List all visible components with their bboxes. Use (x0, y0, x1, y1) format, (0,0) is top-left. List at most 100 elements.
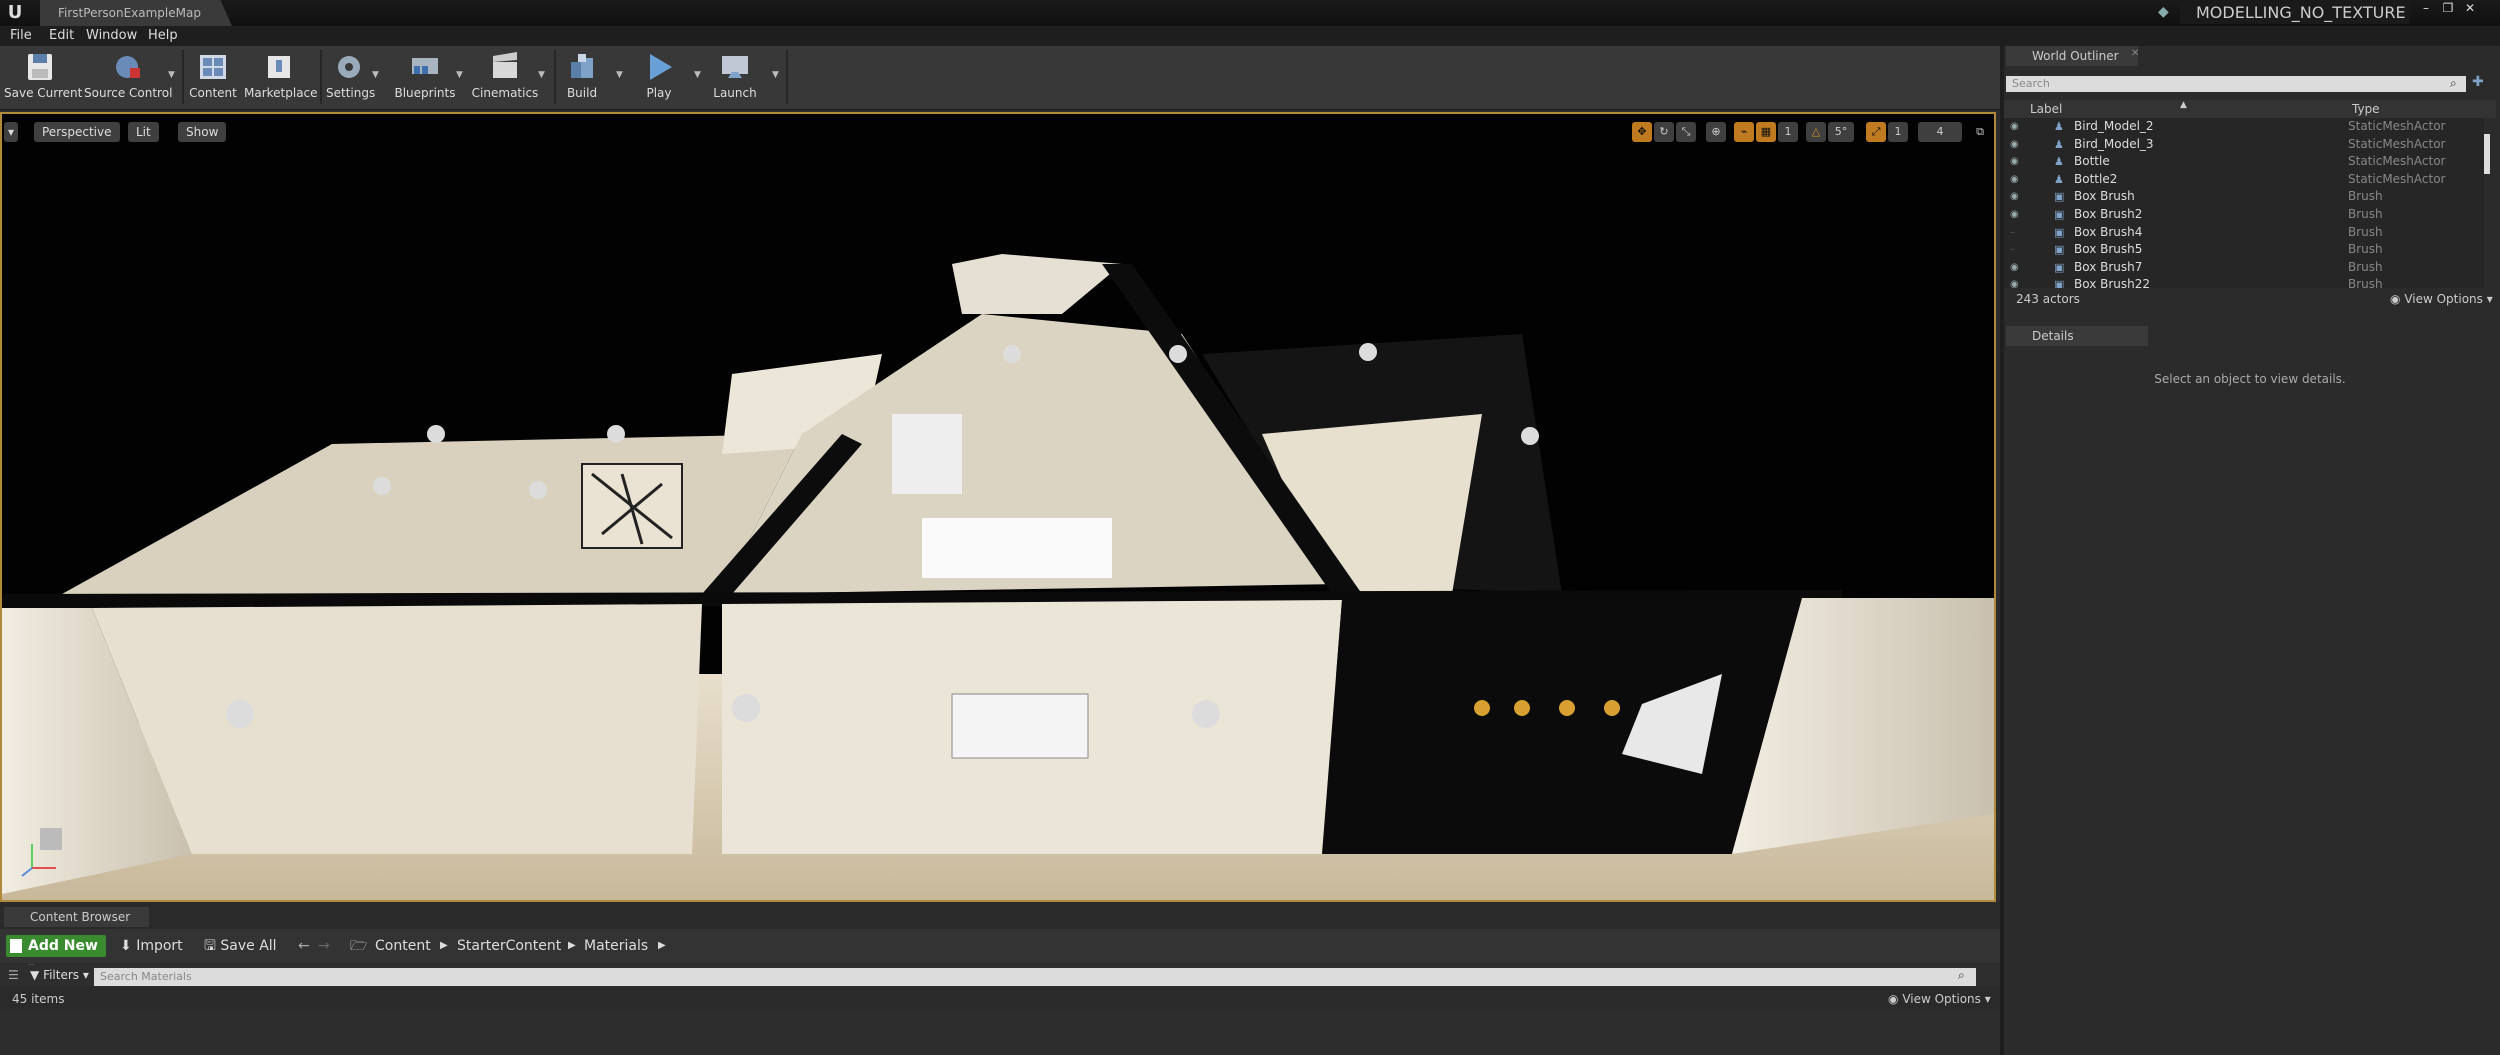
list-item[interactable]: ◉ ▣ Box Brush22 Brush (2004, 276, 2484, 288)
tab-close-icon[interactable]: ✕ (2131, 48, 2139, 59)
search-icon[interactable]: ⌕ (1958, 968, 1965, 983)
level-viewport[interactable] (0, 112, 1996, 902)
viewport-options-dropdown[interactable]: ▾ (4, 122, 19, 142)
unreal-logo-icon[interactable]: U (4, 2, 26, 24)
column-type[interactable]: Type (2352, 102, 2380, 116)
rotation-snap-icon[interactable]: △ (1806, 122, 1826, 142)
list-item[interactable]: – ▣ Box Brush4 Brush (2004, 224, 2484, 242)
outliner-view-options-button[interactable]: ◉ View Options ▾ (2390, 292, 2493, 306)
settings-button[interactable]: Settings (326, 48, 375, 106)
save-current-button[interactable]: Save Current (4, 48, 82, 106)
cinematics-dropdown-icon[interactable]: ▼ (538, 70, 548, 80)
breadcrumb-separator-icon[interactable]: ▶ (658, 935, 666, 957)
content-button[interactable]: Content (188, 48, 238, 106)
list-item[interactable]: – ▣ Box Brush5 Brush (2004, 241, 2484, 259)
play-dropdown-icon[interactable]: ▼ (694, 70, 704, 80)
visibility-eye-icon[interactable]: ◉ (2010, 188, 2026, 206)
world-local-icon[interactable]: ⊕ (1706, 122, 1726, 142)
menu-help[interactable]: Help (148, 26, 178, 46)
settings-dropdown-icon[interactable]: ▼ (372, 70, 382, 80)
list-item[interactable]: ◉ ♟ Bottle2 StaticMeshActor (2004, 171, 2484, 189)
breadcrumb-content[interactable]: Content (375, 935, 431, 957)
rotate-icon[interactable]: ↻ (1654, 122, 1674, 142)
visibility-eye-icon[interactable]: ◉ (2010, 153, 2026, 171)
save-all-button[interactable]: 🖫︎ Save All (204, 935, 277, 957)
breadcrumb-separator-icon[interactable]: ▶ (440, 935, 448, 957)
menu-window[interactable]: Window (86, 26, 137, 46)
details-tab[interactable]: Details (2006, 326, 2148, 346)
sources-toggle-icon[interactable]: ☰ (8, 968, 19, 982)
visibility-eye-icon[interactable]: ◉ (2010, 118, 2026, 136)
list-item[interactable]: ◉ ▣ Box Brush Brush (2004, 188, 2484, 206)
visibility-eye-icon[interactable]: ◉ (2010, 276, 2026, 288)
sort-icon[interactable]: ▲ (2180, 100, 2187, 110)
import-button[interactable]: ⬇ Import (120, 935, 183, 957)
visibility-eye-icon[interactable]: ◉ (2010, 171, 2026, 189)
play-button[interactable]: Play (634, 48, 684, 106)
menu-file[interactable]: File (10, 26, 32, 46)
build-dropdown-icon[interactable]: ▼ (616, 70, 626, 80)
filters-dropdown[interactable]: ▼ Filters ▾ (30, 968, 89, 982)
visibility-eye-icon[interactable]: ◉ (2010, 259, 2026, 277)
visibility-eye-icon[interactable]: – (2010, 241, 2026, 259)
grid-snap-value[interactable]: 1 (1778, 122, 1798, 142)
scene-render[interactable] (2, 114, 1994, 900)
outliner-scrollbar[interactable] (2484, 134, 2490, 174)
visibility-eye-icon[interactable]: – (2010, 224, 2026, 242)
visibility-eye-icon[interactable]: ◉ (2010, 136, 2026, 154)
add-folder-icon[interactable]: ✚ (2472, 74, 2484, 90)
surface-snap-icon[interactable]: ⌁ (1734, 122, 1754, 142)
menu-edit[interactable]: Edit (49, 26, 74, 46)
search-icon[interactable]: ⌕ (2450, 76, 2457, 91)
grid-snap-icon[interactable]: ▦ (1756, 122, 1776, 142)
document-tab[interactable]: FirstPersonExampleMap (40, 0, 232, 26)
scale-icon[interactable]: ⤡ (1676, 122, 1696, 142)
folder-icon[interactable]: 🗁︎ (350, 935, 367, 957)
brush-icon: ▣ (2054, 243, 2065, 257)
actor-type: Brush (2348, 242, 2383, 257)
build-icon (571, 54, 593, 78)
breadcrumb-separator-icon[interactable]: ▶ (568, 935, 576, 957)
content-view-options-button[interactable]: ◉ View Options ▾ (1888, 992, 1991, 1006)
camera-speed-button[interactable]: 4 (1918, 122, 1962, 142)
launch-dropdown-icon[interactable]: ▼ (772, 70, 782, 80)
blueprints-dropdown-icon[interactable]: ▼ (456, 70, 466, 80)
outliner-search-input[interactable]: Search (2006, 76, 2466, 92)
rotation-snap-value[interactable]: 5° (1828, 122, 1854, 142)
list-item[interactable]: ◉ ♟ Bird_Model_2 StaticMeshActor (2004, 118, 2484, 136)
toolbar-separator (320, 50, 322, 104)
cinematics-button[interactable]: Cinematics (470, 48, 540, 106)
scale-snap-value[interactable]: 1 (1888, 122, 1908, 142)
source-control-button[interactable]: Source Control (84, 48, 172, 106)
content-search-input[interactable]: Search Materials (94, 968, 1976, 986)
scale-snap-icon[interactable]: ⤢ (1866, 122, 1886, 142)
build-button[interactable]: Build (560, 48, 604, 106)
content-browser-tab[interactable]: Content Browser (4, 907, 149, 927)
marketplace-button[interactable]: Marketplace (244, 48, 318, 106)
minimize-icon[interactable]: – (2416, 0, 2436, 16)
blueprints-button[interactable]: Blueprints (392, 48, 458, 106)
list-item[interactable]: ◉ ♟ Bird_Model_3 StaticMeshActor (2004, 136, 2484, 154)
maximize-icon[interactable]: ❐ (2438, 0, 2458, 16)
breadcrumb-materials[interactable]: Materials (584, 935, 648, 957)
translate-icon[interactable]: ✥ (1632, 122, 1652, 142)
history-back-icon[interactable]: ← (298, 935, 310, 957)
view-mode-dropdown[interactable]: Lit (128, 122, 159, 142)
history-forward-icon[interactable]: → (318, 935, 330, 957)
outliner-column-header: Label ▲ Type (2004, 100, 2496, 118)
list-item[interactable]: ◉ ♟ Bottle StaticMeshActor (2004, 153, 2484, 171)
world-outliner-tab[interactable]: World Outliner (2006, 46, 2138, 66)
breadcrumb-startercontent[interactable]: StarterContent (457, 935, 561, 957)
list-item[interactable]: ◉ ▣ Box Brush2 Brush (2004, 206, 2484, 224)
perspective-dropdown[interactable]: Perspective (34, 122, 120, 142)
maximize-viewport-icon[interactable]: ⧉ (1970, 122, 1990, 142)
show-flags-dropdown[interactable]: Show (178, 122, 227, 142)
launch-button[interactable]: Launch (708, 48, 762, 106)
add-new-label: Add New (28, 938, 98, 954)
visibility-eye-icon[interactable]: ◉ (2010, 206, 2026, 224)
source-control-dropdown-icon[interactable]: ▼ (168, 70, 178, 80)
column-label[interactable]: Label (2030, 102, 2062, 116)
outliner-list[interactable]: ◉ ♟ Bird_Model_2 StaticMeshActor ◉ ♟ Bird_Mod… (2004, 118, 2484, 288)
close-icon[interactable]: ✕ (2460, 0, 2480, 16)
list-item[interactable]: ◉ ▣ Box Brush7 Brush (2004, 259, 2484, 277)
